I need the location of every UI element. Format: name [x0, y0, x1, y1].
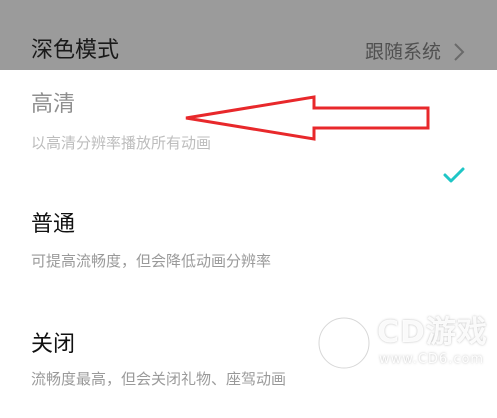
dark-mode-row[interactable]: 深色模式 跟随系统	[0, 0, 497, 70]
red-arrow-icon	[185, 95, 430, 141]
option-normal-title: 普通	[31, 212, 76, 237]
option-hd-title: 高清	[31, 92, 76, 117]
checkmark-icon	[443, 167, 465, 183]
watermark-url: www.CD6.com	[379, 352, 485, 367]
dark-mode-label: 深色模式	[31, 38, 120, 63]
option-off-description: 流畅度最高，但会关闭礼物、座驾动画	[31, 370, 287, 388]
option-normal-description: 可提高流畅度，但会降低动画分辨率	[31, 252, 272, 270]
option-off-title: 关闭	[31, 332, 76, 357]
watermark: CD游戏 www.CD6.com	[315, 312, 491, 378]
chevron-right-icon	[454, 43, 465, 61]
option-normal[interactable]: 普通 可提高流畅度，但会降低动画分辨率	[0, 200, 497, 300]
watermark-logo-icon	[316, 315, 372, 371]
dark-mode-value: 跟随系统	[364, 41, 441, 63]
watermark-text: CD游戏	[377, 315, 488, 350]
